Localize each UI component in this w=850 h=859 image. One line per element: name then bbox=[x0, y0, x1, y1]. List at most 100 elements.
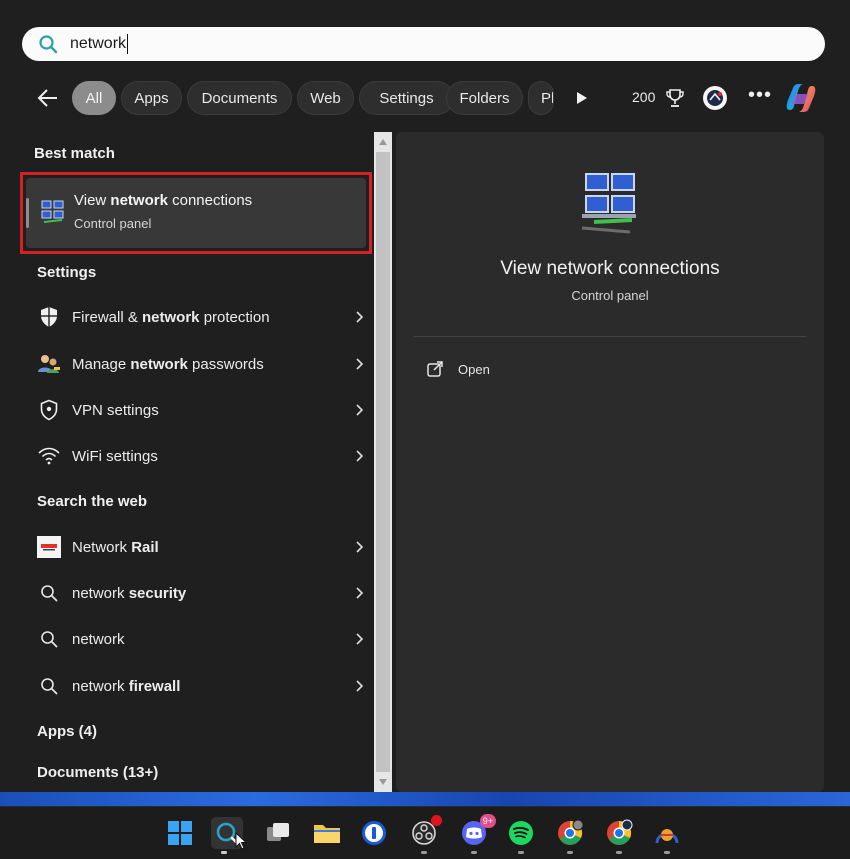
search-input[interactable]: network bbox=[70, 35, 126, 53]
task-view-button[interactable] bbox=[262, 817, 294, 849]
spotify-button[interactable] bbox=[505, 817, 537, 849]
running-indicator bbox=[221, 851, 227, 854]
chrome-icon bbox=[558, 819, 584, 845]
avatar-logo-icon bbox=[707, 90, 723, 106]
settings-item-vpn[interactable]: VPN settings bbox=[20, 390, 372, 430]
chevron-right-icon bbox=[356, 404, 364, 416]
search-bar[interactable]: network bbox=[22, 27, 825, 61]
running-indicator bbox=[421, 851, 427, 854]
filter-chip-web[interactable]: Web bbox=[297, 81, 354, 115]
label-bold: network bbox=[130, 355, 188, 373]
best-match-title-bold: network bbox=[110, 192, 168, 209]
search-icon bbox=[37, 581, 61, 605]
web-item-network-security[interactable]: network security bbox=[20, 573, 372, 613]
best-match-highlight: View network connections Control panel bbox=[20, 172, 372, 254]
documents-heading[interactable]: Documents (13+) bbox=[37, 764, 158, 781]
filter-chip-folders[interactable]: Folders bbox=[446, 81, 523, 115]
chrome-profile-2-button[interactable] bbox=[603, 817, 635, 849]
rewards-points[interactable]: 200 bbox=[632, 89, 655, 105]
discord-button[interactable]: 9+ bbox=[458, 814, 496, 849]
label-pre: Network bbox=[72, 538, 132, 556]
web-item-label: Network Rail bbox=[72, 539, 159, 556]
open-action[interactable]: Open bbox=[426, 358, 490, 380]
label-pre: VPN settings bbox=[72, 401, 159, 419]
chevron-right-icon bbox=[356, 633, 364, 645]
best-match-subtitle: Control panel bbox=[74, 216, 152, 231]
file-explorer-button[interactable] bbox=[311, 817, 343, 849]
label-post: protection bbox=[199, 308, 270, 326]
best-match-title-pre: View bbox=[74, 192, 111, 209]
running-indicator bbox=[567, 851, 573, 854]
settings-item-label: VPN settings bbox=[72, 402, 159, 419]
copilot-icon[interactable] bbox=[784, 82, 818, 114]
trophy-icon[interactable] bbox=[666, 88, 684, 108]
folder-icon bbox=[314, 825, 340, 843]
label-pre: network bbox=[72, 677, 129, 695]
more-options-icon[interactable]: ••• bbox=[748, 84, 772, 107]
windows-logo-icon bbox=[168, 821, 192, 845]
label-pre: network bbox=[72, 584, 129, 602]
running-indicator bbox=[518, 851, 524, 854]
chevron-right-icon bbox=[356, 680, 364, 692]
filter-chip-all[interactable]: All bbox=[72, 81, 116, 115]
label-post: passwords bbox=[187, 355, 264, 373]
web-item-label: network firewall bbox=[72, 678, 180, 695]
apps-heading[interactable]: Apps (4) bbox=[37, 723, 97, 740]
mouse-cursor-icon bbox=[235, 832, 247, 850]
settings-item-firewall[interactable]: Firewall & network protection bbox=[20, 297, 372, 337]
label-pre: Manage bbox=[72, 355, 131, 373]
settings-heading: Settings bbox=[37, 264, 97, 281]
filter-chip-photos[interactable]: Ph bbox=[528, 81, 554, 115]
best-match-item[interactable]: View network connections Control panel bbox=[26, 178, 366, 248]
best-match-title: View network connections bbox=[74, 192, 252, 209]
obs-button[interactable] bbox=[408, 815, 442, 849]
chevron-right-icon bbox=[356, 450, 364, 462]
label-bold: firewall bbox=[128, 677, 181, 695]
onepassword-icon bbox=[362, 821, 386, 845]
task-view-icon bbox=[267, 823, 289, 841]
chrome-icon bbox=[607, 819, 633, 845]
password-manager-button[interactable] bbox=[358, 817, 390, 849]
filter-chip-apps[interactable]: Apps bbox=[121, 81, 182, 115]
filter-row: All Apps Documents Web Settings Folders … bbox=[0, 80, 850, 116]
chrome-profile-1-button[interactable] bbox=[554, 817, 586, 849]
preview-divider bbox=[414, 336, 806, 337]
back-arrow-icon[interactable] bbox=[36, 87, 60, 109]
scroll-down-icon[interactable] bbox=[378, 778, 388, 786]
label-pre: Firewall & bbox=[72, 308, 143, 326]
search-web-heading: Search the web bbox=[37, 493, 148, 510]
settings-item-label: Manage network passwords bbox=[72, 356, 264, 373]
users-key-icon bbox=[37, 352, 61, 376]
preview-subtitle: Control panel bbox=[571, 288, 649, 303]
web-item-network[interactable]: network bbox=[20, 619, 372, 659]
scroll-thumb[interactable] bbox=[376, 152, 390, 772]
settings-item-label: Firewall & network protection bbox=[72, 309, 270, 326]
start-button[interactable] bbox=[164, 817, 196, 849]
results-scrollbar[interactable] bbox=[374, 132, 392, 792]
preview-title: View network connections bbox=[500, 258, 720, 279]
vpn-app-button[interactable] bbox=[651, 817, 683, 849]
web-item-network-rail[interactable]: Network Rail bbox=[20, 527, 372, 567]
text-caret bbox=[127, 34, 129, 54]
filter-chip-documents[interactable]: Documents bbox=[187, 81, 292, 115]
scroll-up-icon[interactable] bbox=[378, 138, 388, 146]
label-bold: security bbox=[128, 584, 187, 602]
chevron-right-icon bbox=[356, 541, 364, 553]
settings-item-passwords[interactable]: Manage network passwords bbox=[20, 344, 372, 384]
settings-item-wifi[interactable]: WiFi settings bbox=[20, 436, 372, 476]
label-pre: network bbox=[72, 630, 125, 648]
selection-accent bbox=[26, 198, 29, 228]
scroll-chips-icon[interactable] bbox=[572, 89, 590, 107]
spotify-icon bbox=[509, 821, 533, 845]
best-match-title-post: connections bbox=[167, 192, 253, 209]
search-icon bbox=[37, 674, 61, 698]
filter-chip-settings[interactable]: Settings bbox=[359, 81, 454, 115]
web-item-label: network bbox=[72, 631, 125, 648]
running-indicator bbox=[664, 851, 670, 854]
web-item-network-firewall[interactable]: network firewall bbox=[20, 666, 372, 706]
network-connections-icon bbox=[41, 200, 64, 223]
chevron-right-icon bbox=[356, 311, 364, 323]
recording-indicator bbox=[431, 815, 442, 826]
account-avatar-icon[interactable] bbox=[703, 86, 727, 110]
network-rail-logo bbox=[37, 535, 61, 559]
